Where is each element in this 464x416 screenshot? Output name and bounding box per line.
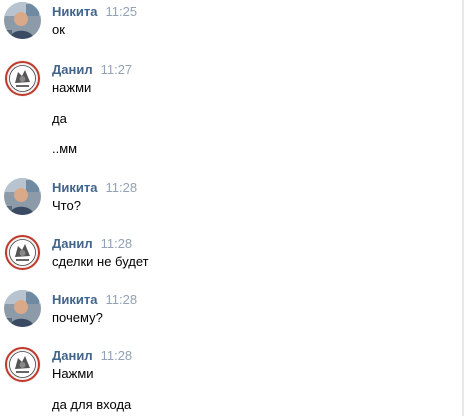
message-time[interactable]: 11:28 — [101, 348, 133, 363]
message-group: Данил 11:27 нажми да ..мм — [0, 56, 464, 166]
user-photo-avatar-icon — [4, 2, 41, 39]
avatar-nikita[interactable] — [4, 2, 41, 39]
message-time[interactable]: 11:28 — [101, 236, 133, 251]
emblem-avatar-icon — [4, 346, 41, 383]
message-group: Данил 11:28 сделки не будет — [0, 230, 464, 280]
message-group: Никита 11:28 Что? — [0, 174, 464, 224]
message-group: Никита 11:28 почему? — [0, 286, 464, 336]
message-time[interactable]: 11:28 — [105, 292, 137, 307]
message-time[interactable]: 11:28 — [105, 180, 137, 195]
message-time[interactable]: 11:27 — [101, 62, 133, 77]
message-text: ..мм — [52, 141, 78, 156]
message-text: да для входа — [52, 397, 132, 412]
message-time[interactable]: 11:25 — [105, 4, 137, 19]
avatar-danil[interactable] — [4, 234, 41, 271]
chat-history: Никита 11:25 ок Данил 11:27 нажми да ..мм — [0, 0, 464, 416]
avatar-danil[interactable] — [4, 346, 41, 383]
message-text: почему? — [52, 310, 103, 325]
message-text: Что? — [52, 198, 81, 213]
avatar-nikita[interactable] — [4, 178, 41, 215]
author-name[interactable]: Никита — [52, 4, 97, 19]
avatar-danil[interactable] — [4, 60, 41, 97]
author-name[interactable]: Данил — [52, 348, 93, 363]
author-name[interactable]: Данил — [52, 62, 93, 77]
author-name[interactable]: Никита — [52, 180, 97, 195]
user-photo-avatar-icon — [4, 290, 41, 327]
message-group: Никита 11:25 ок — [0, 0, 464, 50]
emblem-avatar-icon — [4, 234, 41, 271]
message-text: да — [52, 111, 67, 126]
user-photo-avatar-icon — [4, 178, 41, 215]
author-name[interactable]: Никита — [52, 292, 97, 307]
message-text: нажми — [52, 80, 92, 95]
message-text: Нажми — [52, 366, 94, 381]
author-name[interactable]: Данил — [52, 236, 93, 251]
avatar-nikita[interactable] — [4, 290, 41, 327]
message-text: ок — [52, 22, 65, 37]
message-text: сделки не будет — [52, 254, 149, 269]
message-group: Данил 11:28 Нажми да для входа — [0, 342, 464, 416]
emblem-avatar-icon — [4, 60, 41, 97]
